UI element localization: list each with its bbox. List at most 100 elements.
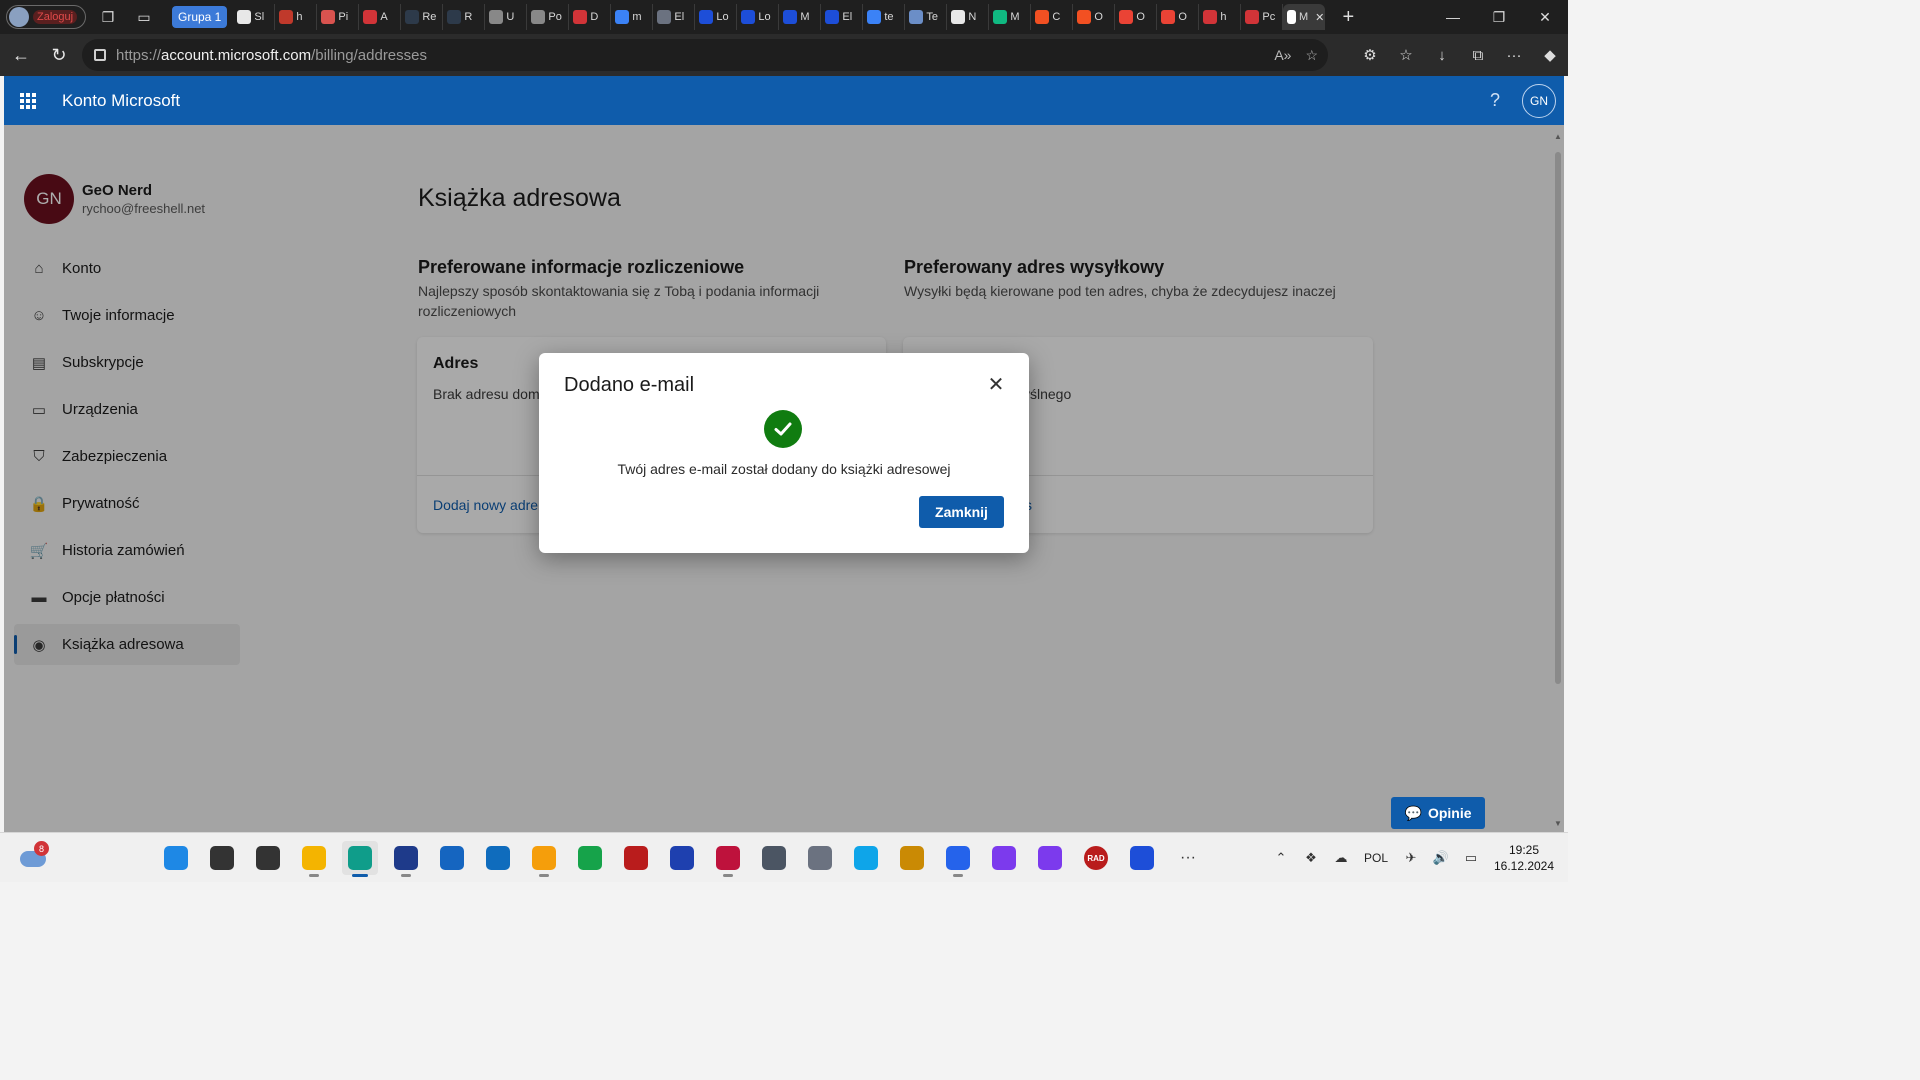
scrollbar-thumb[interactable]	[1555, 152, 1561, 684]
scrollbar[interactable]: ▲ ▼	[1552, 128, 1564, 832]
workspaces-icon[interactable]: ❐	[94, 5, 122, 29]
extensions-icon[interactable]: ⚙	[1352, 38, 1388, 72]
more-apps[interactable]: ···	[1170, 841, 1206, 875]
tools-app[interactable]	[894, 841, 930, 875]
browser-tab[interactable]: N	[947, 4, 990, 30]
vscode-app[interactable]	[848, 841, 884, 875]
close-button[interactable]: Zamknij	[919, 496, 1004, 528]
browser-tab[interactable]: m	[611, 4, 654, 30]
store-app-icon	[440, 846, 464, 870]
task-view-button[interactable]	[250, 841, 286, 875]
chevron-up-icon[interactable]: ⌃	[1266, 850, 1296, 866]
tab-group-label[interactable]: Grupa 1	[172, 6, 228, 28]
vertical-tabs-icon[interactable]: ▭	[130, 5, 158, 29]
file-explorer[interactable]	[296, 841, 332, 877]
restore-icon[interactable]: ❐	[1476, 0, 1522, 34]
browser-tab[interactable]: O	[1115, 4, 1158, 30]
browser-tab[interactable]: A	[359, 4, 402, 30]
network-app[interactable]	[756, 841, 792, 875]
outlook-app[interactable]	[480, 841, 516, 875]
help-icon[interactable]: ?	[1490, 90, 1500, 111]
red-square-app[interactable]	[710, 841, 746, 877]
volume-icon[interactable]: 🔊	[1426, 850, 1456, 866]
battery-icon[interactable]: ▭	[1456, 850, 1486, 866]
red-square-app-icon	[716, 846, 740, 870]
window-controls: — ❐ ✕	[1430, 0, 1568, 34]
site-info-icon[interactable]	[94, 49, 106, 61]
browser-tab[interactable]: Lo	[737, 4, 780, 30]
browser-tab[interactable]: M	[989, 4, 1032, 30]
browser-tab[interactable]: El	[821, 4, 864, 30]
scroll-up-icon[interactable]: ▲	[1554, 132, 1562, 141]
browser-tab[interactable]: R	[443, 4, 486, 30]
edge-browser[interactable]	[342, 841, 378, 877]
browser-tab[interactable]: O	[1157, 4, 1200, 30]
tor-app[interactable]	[986, 841, 1022, 875]
rad-app[interactable]: RAD	[1078, 841, 1114, 875]
close-window-icon[interactable]: ✕	[1522, 0, 1568, 34]
defender-app[interactable]	[1124, 841, 1160, 875]
collections-icon[interactable]: ⧉	[1460, 38, 1496, 72]
dropbox-tray-icon[interactable]: ❖	[1296, 850, 1326, 866]
browser-tab[interactable]: U	[485, 4, 528, 30]
language-indicator[interactable]: POL	[1356, 851, 1396, 865]
tab-favicon-icon	[321, 10, 336, 24]
start-button[interactable]	[158, 841, 194, 875]
onedrive-icon[interactable]: ☁	[1326, 850, 1356, 866]
store-app[interactable]	[434, 841, 470, 875]
feedback-button[interactable]: 💬 Opinie	[1391, 797, 1485, 829]
settings-app[interactable]	[802, 841, 838, 875]
scroll-down-icon[interactable]: ▼	[1554, 819, 1562, 828]
save-app[interactable]	[388, 841, 424, 877]
browser-tab[interactable]: O	[1073, 4, 1116, 30]
tab-favicon-icon	[699, 10, 714, 24]
close-icon[interactable]: ✕	[985, 373, 1007, 396]
favorites-icon[interactable]: ☆	[1388, 38, 1424, 72]
red-app[interactable]	[618, 841, 654, 875]
browser-tab[interactable]: D	[569, 4, 612, 30]
browser-tab[interactable]: C	[1031, 4, 1074, 30]
browser-tab[interactable]: Lo	[695, 4, 738, 30]
read-aloud-icon[interactable]: A»	[1274, 47, 1291, 63]
url-text: https://account.microsoft.com/billing/ad…	[116, 46, 427, 64]
browser-tab[interactable]: Po	[527, 4, 570, 30]
downloads-icon[interactable]: ↓	[1424, 38, 1460, 72]
dropbox-app[interactable]	[940, 841, 976, 877]
copilot-icon[interactable]: ◆	[1532, 38, 1568, 72]
tab-label: A	[380, 11, 388, 23]
new-tab-button[interactable]: +	[1335, 6, 1361, 29]
virtualbox-app[interactable]	[664, 841, 700, 875]
browser-tab[interactable]: El	[653, 4, 696, 30]
browser-tab[interactable]: M	[779, 4, 822, 30]
globe-app[interactable]	[572, 841, 608, 875]
git-app[interactable]	[526, 841, 562, 877]
back-button[interactable]: ←	[4, 38, 38, 72]
search-button[interactable]	[204, 841, 240, 875]
refresh-button[interactable]: ↻	[42, 38, 76, 72]
clock[interactable]: 19:25 16.12.2024	[1486, 842, 1562, 874]
close-tab-icon[interactable]: ✕	[1315, 11, 1324, 24]
browser-tab[interactable]: Re	[401, 4, 444, 30]
browser-tab[interactable]: Sl	[233, 4, 276, 30]
tab-label: O	[1136, 11, 1145, 23]
browser-tab[interactable]: M ✕	[1283, 4, 1326, 30]
brand-title[interactable]: Konto Microsoft	[62, 91, 180, 111]
browser-tab[interactable]: Pi	[317, 4, 360, 30]
address-bar[interactable]: https://account.microsoft.com/billing/ad…	[82, 39, 1328, 71]
browser-tab[interactable]: h	[275, 4, 318, 30]
minimize-icon[interactable]: —	[1430, 0, 1476, 34]
profile-button[interactable]: Zaloguj	[6, 5, 86, 29]
app-launcher-icon[interactable]	[4, 76, 52, 125]
browser-tab[interactable]: h	[1199, 4, 1242, 30]
weather-widget[interactable]: 8	[20, 841, 50, 871]
favorite-star-icon[interactable]: ☆	[1305, 47, 1318, 64]
browser-tab[interactable]: te	[863, 4, 906, 30]
more-icon[interactable]: ···	[1496, 38, 1532, 72]
airplane-icon[interactable]: ✈	[1396, 850, 1426, 866]
tab-label: D	[590, 11, 599, 23]
github-app[interactable]	[1032, 841, 1068, 875]
tab-label: Pi	[338, 11, 349, 23]
header-avatar[interactable]: GN	[1522, 84, 1556, 118]
browser-tab[interactable]: Pc	[1241, 4, 1284, 30]
browser-tab[interactable]: Te	[905, 4, 948, 30]
